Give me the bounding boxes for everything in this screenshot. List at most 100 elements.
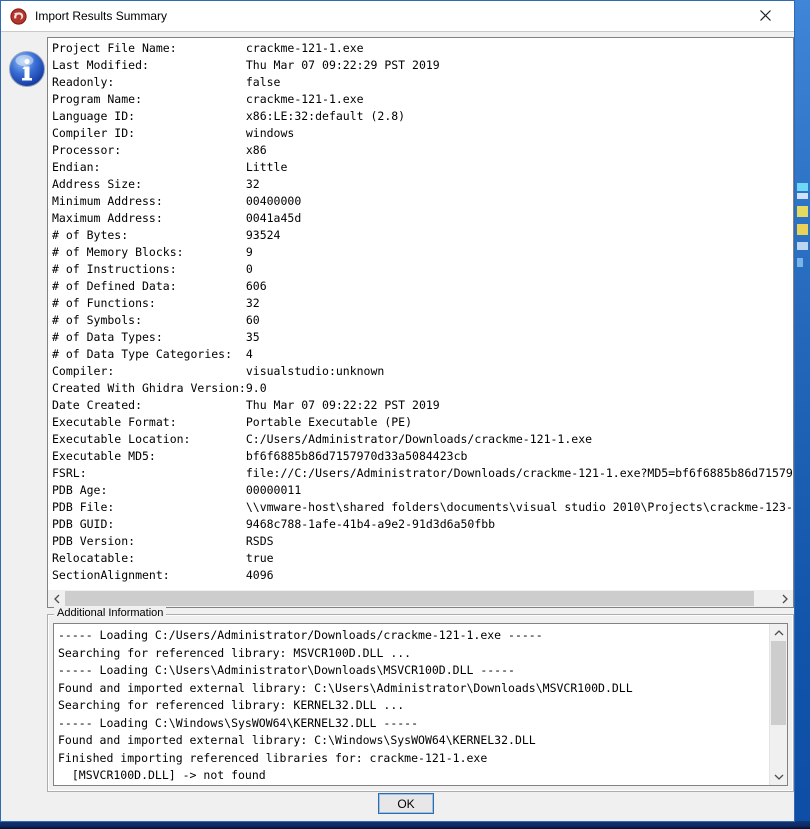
summary-row-value: Thu Mar 07 09:22:22 PST 2019	[245, 398, 440, 412]
summary-row-label: Endian:	[52, 160, 101, 174]
info-icon	[9, 51, 45, 87]
summary-row-value: 00400000	[245, 194, 302, 208]
log-area: ----- Loading C:/Users/Administrator/Dow…	[53, 623, 788, 786]
summary-row: Executable MD5: bf6f6885b86d7157970d33a50…	[52, 448, 793, 465]
scroll-right-button[interactable]	[776, 590, 793, 607]
log-line: ----- Loading C:/Users/Administrator/Dow…	[58, 628, 543, 642]
summary-row-value: 60	[245, 313, 260, 327]
summary-row-value: 9.0	[245, 381, 267, 395]
summary-row-value: crackme-121-1.exe	[245, 41, 364, 55]
summary-row-value: 9468c788-1afe-41b4-a9e2-91d3d6a50fbb	[245, 517, 496, 531]
background-icon-fragment	[797, 224, 808, 235]
summary-row-label: PDB Version:	[52, 534, 136, 548]
summary-row-value: \\vmware-host\shared folders\documents\v…	[245, 500, 793, 514]
summary-row-label: Processor:	[52, 143, 122, 157]
summary-row: # of Instructions: 0	[52, 261, 793, 278]
scroll-left-button[interactable]	[48, 590, 65, 607]
log-line: Found and imported external library: C:\…	[58, 733, 536, 747]
horizontal-scroll-thumb[interactable]	[65, 591, 754, 606]
close-button[interactable]	[748, 1, 782, 30]
log-line: Found and imported external library: C:\…	[58, 680, 633, 695]
summary-row-label: SectionAlignment:	[52, 568, 170, 582]
summary-row-value: C:/Users/Administrator/Downloads/crackme…	[245, 432, 593, 446]
summary-row: Compiler: visualstudio:unknown	[52, 363, 793, 380]
summary-row-value: x86	[245, 143, 267, 157]
summary-rows: Project File Name: crackme-121-1.exe Last …	[48, 38, 793, 590]
summary-row: # of Symbols: 60	[52, 312, 793, 329]
summary-row: Executable Format: Portable Executable (P…	[52, 414, 793, 431]
summary-row-value: Portable Executable (PE)	[245, 415, 413, 429]
scroll-down-button[interactable]	[770, 768, 787, 785]
background-icon-fragment	[797, 183, 808, 191]
summary-row-label: Executable Location:	[52, 432, 191, 446]
summary-row: # of Data Type Categories: 4	[52, 346, 793, 363]
scroll-up-button[interactable]	[770, 624, 787, 641]
log-line: Searching for referenced library: MSVCR1…	[58, 645, 412, 660]
summary-row-label: # of Bytes:	[52, 228, 129, 242]
window-title: Import Results Summary	[35, 9, 168, 23]
summary-row-value: 4096	[245, 568, 274, 582]
summary-row: Relocatable: true	[52, 550, 793, 567]
ok-button[interactable]: OK	[378, 793, 434, 814]
log-line: Searching for referenced library: KERNEL…	[58, 698, 405, 712]
summary-row-value: visualstudio:unknown	[245, 364, 385, 378]
summary-row-value: windows	[245, 126, 295, 140]
chevron-left-icon	[53, 594, 59, 603]
summary-row: FSRL: file://C:/Users/Administrator/Downl…	[52, 465, 793, 482]
summary-row: # of Functions: 32	[52, 295, 793, 312]
summary-row: Address Size: 32	[52, 176, 793, 193]
summary-row-value: bf6f6885b86d7157970d33a5084423cb	[245, 449, 468, 463]
summary-row: Readonly: false	[52, 74, 793, 91]
additional-information-group: Additional Information ----- Loading C:/…	[47, 607, 794, 792]
summary-row-value: 32	[245, 177, 260, 191]
title-bar[interactable]: Import Results Summary	[1, 1, 794, 32]
summary-row-label: Language ID:	[52, 109, 136, 123]
summary-row-label: # of Instructions:	[52, 262, 177, 276]
horizontal-scrollbar[interactable]	[48, 590, 793, 607]
summary-row-label: # of Functions:	[52, 296, 156, 310]
summary-row-label: # of Data Types:	[52, 330, 163, 344]
summary-row-label: PDB File:	[52, 500, 115, 514]
vertical-scrollbar[interactable]	[769, 624, 787, 785]
chevron-down-icon	[774, 774, 783, 780]
summary-row-label: Created With Ghidra Version:	[52, 381, 246, 395]
summary-row-label: Last Modified:	[52, 58, 149, 72]
summary-row-value: 0	[245, 262, 253, 276]
background-icon-fragment	[797, 258, 803, 267]
summary-row-label: PDB GUID:	[52, 517, 115, 531]
summary-row-label: Program Name:	[52, 92, 143, 106]
summary-row-label: # of Memory Blocks:	[52, 245, 184, 259]
summary-row: Processor: x86	[52, 142, 793, 159]
summary-row: # of Bytes: 93524	[52, 227, 793, 244]
chevron-right-icon	[782, 594, 788, 603]
summary-row-label: Address Size:	[52, 177, 143, 191]
summary-row-value: 9	[245, 245, 253, 259]
group-title: Additional Information	[54, 607, 167, 619]
summary-row: Last Modified: Thu Mar 07 09:22:29 PST 20…	[52, 57, 793, 74]
summary-row-value: 4	[245, 347, 253, 361]
summary-row-value: 32	[245, 296, 260, 310]
summary-row: SectionAlignment: 4096	[52, 567, 793, 584]
background-window-strip	[794, 0, 810, 829]
vertical-scroll-thumb[interactable]	[771, 641, 786, 725]
summary-row-value: crackme-121-1.exe	[245, 92, 364, 106]
log-line: [MSVCR100D.DLL] -> not found	[58, 768, 266, 782]
summary-row: PDB File: \\vmware-host\shared folders\do…	[52, 499, 793, 516]
import-results-summary-dialog: Import Results Summary Project File Name…	[0, 0, 795, 822]
summary-row-label: # of Defined Data:	[52, 279, 177, 293]
summary-row-value: 35	[245, 330, 260, 344]
summary-row: Maximum Address: 0041a45d	[52, 210, 793, 227]
background-bottom-strip	[0, 821, 810, 829]
summary-row-label: Relocatable:	[52, 551, 136, 565]
summary-row: # of Defined Data: 606	[52, 278, 793, 295]
summary-row: PDB GUID: 9468c788-1afe-41b4-a9e2-91d3d6a…	[52, 516, 793, 533]
summary-row-value: RSDS	[245, 534, 274, 548]
summary-row: PDB Age: 00000011	[52, 482, 793, 499]
summary-row-value: 606	[245, 279, 267, 293]
summary-row-value: file://C:/Users/Administrator/Downloads/…	[245, 466, 793, 480]
summary-row: PDB Version: RSDS	[52, 533, 793, 550]
summary-panel: Project File Name: crackme-121-1.exe Last …	[47, 37, 794, 608]
summary-row-label: Compiler ID:	[52, 126, 136, 140]
summary-row-value: x86:LE:32:default (2.8)	[245, 109, 406, 123]
summary-row-label: Maximum Address:	[52, 211, 163, 225]
